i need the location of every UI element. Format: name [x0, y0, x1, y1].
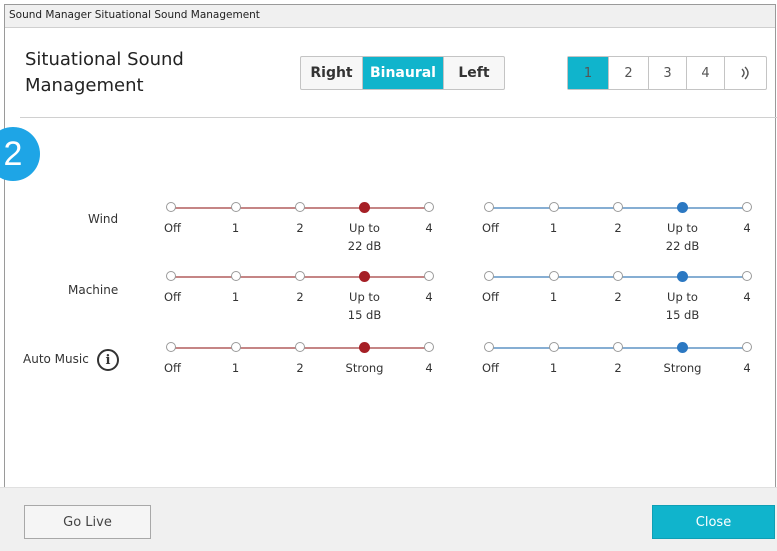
slider-dot[interactable] [613, 202, 623, 212]
slider-step-label: 1 [549, 361, 558, 375]
row-label-auto-music: Auto Music [23, 352, 89, 366]
program-4-button[interactable]: 4 [687, 57, 725, 89]
slider-dot[interactable] [230, 342, 241, 352]
slider-dot[interactable] [548, 271, 559, 281]
slider-step-label: 4 [743, 221, 751, 235]
program-1-button[interactable]: 1 [568, 57, 609, 89]
slider-step-label: 2 [296, 290, 304, 304]
slider-dot[interactable] [548, 342, 559, 352]
slider-dot[interactable] [295, 342, 305, 352]
program-3-button[interactable]: 3 [649, 57, 687, 89]
row-label-wind: Wind [88, 212, 119, 226]
slider-dot[interactable] [230, 271, 241, 281]
slider-selected-dot[interactable] [359, 341, 370, 353]
slider-step-label: 1 [231, 221, 240, 235]
slider-dot[interactable] [295, 202, 305, 212]
slider-step-label: Strong [663, 361, 702, 375]
slider-step-label: 4 [743, 361, 751, 375]
slider-dot[interactable] [613, 342, 623, 352]
page-title-line2: Management [25, 75, 144, 96]
slider-dot[interactable] [166, 202, 176, 212]
slider-selected-dot[interactable] [677, 201, 688, 213]
slider-step-label: 4 [425, 290, 433, 304]
slider-dot[interactable] [166, 342, 176, 352]
slider-dot[interactable] [484, 271, 494, 281]
info-icon[interactable]: i [97, 349, 119, 371]
slider-dot[interactable] [484, 342, 494, 352]
slider-step-label: 2 [614, 221, 622, 235]
page-title: Situational Sound Management [25, 47, 225, 99]
slider-dot[interactable] [742, 342, 752, 352]
slider-dot[interactable] [742, 202, 752, 212]
row-label-machine: Machine [68, 283, 119, 297]
close-button[interactable]: Close [652, 505, 775, 539]
slider-step-label: Up to 15 dB [665, 290, 700, 322]
slider-step-label: Up to 22 dB [665, 221, 700, 253]
slider-step-label: 1 [549, 290, 558, 304]
slider-step-label: 1 [231, 290, 240, 304]
slider-step-label: 2 [296, 221, 304, 235]
side-selector: Right Binaural Left [300, 56, 505, 90]
page-title-line1: Situational Sound [25, 49, 184, 70]
program-selector: 1 2 3 4 [567, 56, 767, 90]
slider-dot[interactable] [484, 202, 494, 212]
slider-step-label: 1 [549, 221, 558, 235]
slider-step-label: Up to 15 dB [347, 290, 382, 322]
slider-selected-dot[interactable] [359, 201, 370, 213]
slider-selected-dot[interactable] [677, 341, 688, 353]
window-title: Sound Manager Situational Sound Manageme… [9, 9, 260, 21]
slider-step-label: 2 [614, 290, 622, 304]
side-right-button[interactable]: Right [301, 57, 363, 89]
slider-dot[interactable] [230, 202, 241, 212]
slider-dot[interactable] [424, 202, 434, 212]
slider-dot[interactable] [295, 271, 305, 281]
streaming-icon [740, 66, 749, 80]
slider-step-label: 1 [231, 361, 240, 375]
slider-step-label: Strong [345, 361, 384, 375]
title-bar: Sound Manager Situational Sound Manageme… [5, 5, 775, 28]
slider-step-label: 2 [296, 361, 304, 375]
side-binaural-button[interactable]: Binaural [363, 57, 444, 89]
header-divider [20, 117, 777, 118]
streaming-program-button[interactable] [725, 57, 766, 89]
slider-dot[interactable] [613, 271, 623, 281]
slider-dot[interactable] [424, 342, 434, 352]
slider-step-label: 4 [425, 361, 433, 375]
program-2-button[interactable]: 2 [609, 57, 649, 89]
slider-step-label: 4 [425, 221, 433, 235]
slider-step-label: 2 [614, 361, 622, 375]
go-live-button[interactable]: Go Live [24, 505, 151, 539]
slider-step-label: Up to 22 dB [347, 221, 382, 253]
side-left-button[interactable]: Left [444, 57, 504, 89]
slider-selected-dot[interactable] [359, 270, 370, 282]
slider-dot[interactable] [742, 271, 752, 281]
slider-dot[interactable] [166, 271, 176, 281]
slider-selected-dot[interactable] [677, 270, 688, 282]
slider-dot[interactable] [424, 271, 434, 281]
slider-dot[interactable] [548, 202, 559, 212]
slider-step-label: 4 [743, 290, 751, 304]
